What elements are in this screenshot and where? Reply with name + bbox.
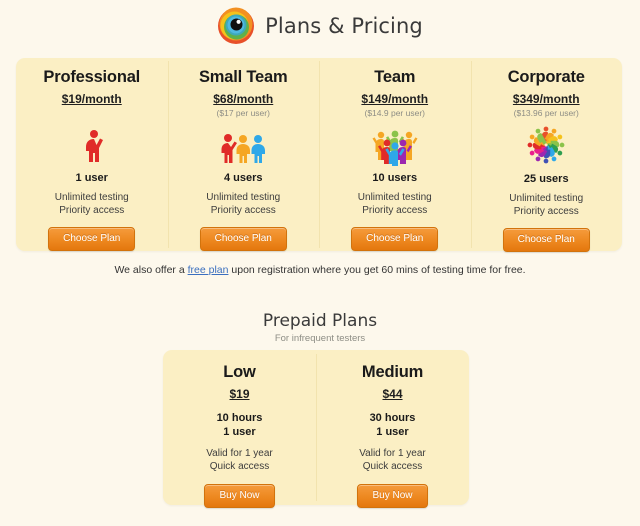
plans-panel: Professional $19/month 1 user Unlimited … xyxy=(16,58,623,252)
plan-per-user-price: ($13.96 per user) xyxy=(513,108,579,118)
plan-feature: Priority access xyxy=(362,205,428,216)
choose-plan-button[interactable]: Choose Plan xyxy=(199,227,287,251)
prepaid-price[interactable]: $19 xyxy=(229,387,249,402)
plan-feature: Unlimited testing xyxy=(357,192,432,203)
plan-price[interactable]: $349/month xyxy=(513,92,580,106)
people-group-icon xyxy=(371,123,419,166)
page-title: Plans & Pricing xyxy=(265,14,423,38)
prepaid-subheading: For infrequent testers xyxy=(274,333,366,344)
plan-name: Corporate xyxy=(507,68,585,86)
three-people-icon xyxy=(216,123,270,166)
plan-features: Unlimited testing Priority access xyxy=(206,191,280,217)
free-plan-note-suffix: upon registration where you get 60 mins … xyxy=(228,264,526,276)
prepaid-card-low[interactable]: Low $19 10 hours 1 user Valid for 1 year… xyxy=(163,350,316,508)
prepaid-feature: Valid for 1 year xyxy=(206,448,273,459)
prepaid-name: Medium xyxy=(361,363,424,381)
plan-features: Unlimited testing Priority access xyxy=(55,191,129,217)
choose-plan-button[interactable]: Choose Plan xyxy=(502,228,590,252)
prepaid-card-medium[interactable]: Medium $44 30 hours 1 user Valid for 1 y… xyxy=(316,350,469,508)
plan-user-count: 4 users xyxy=(223,172,263,184)
plan-user-count: 10 users xyxy=(372,172,418,184)
plan-card-small-team[interactable]: Small Team $68/month ($17 per user) 4 us… xyxy=(167,58,320,251)
eye-logo-icon xyxy=(217,7,255,45)
plan-feature: Priority access xyxy=(210,205,276,216)
buy-now-button[interactable]: Buy Now xyxy=(357,484,428,508)
page-header: Plans & Pricing xyxy=(0,0,640,50)
plan-features: Unlimited testing Priority access xyxy=(509,192,583,218)
plan-card-team[interactable]: Team $149/month ($14.9 per user) 10 user… xyxy=(319,58,471,251)
plan-price[interactable]: $149/month xyxy=(361,92,428,106)
people-circle-icon xyxy=(524,123,568,167)
one-person-icon xyxy=(72,123,112,166)
plan-name: Small Team xyxy=(199,68,288,86)
plan-per-user-price: ($17 per user) xyxy=(216,108,270,118)
prepaid-price[interactable]: $44 xyxy=(382,387,402,402)
prepaid-hours: 10 hours xyxy=(216,412,263,424)
plan-card-professional[interactable]: Professional $19/month 1 user Unlimited … xyxy=(16,58,168,251)
choose-plan-button[interactable]: Choose Plan xyxy=(351,227,439,251)
plan-name: Team xyxy=(374,68,416,86)
free-plan-link[interactable]: free plan xyxy=(188,264,229,276)
prepaid-spec: 10 hours 1 user xyxy=(217,411,263,439)
choose-plan-button[interactable]: Choose Plan xyxy=(48,227,136,251)
plan-feature: Unlimited testing xyxy=(509,193,584,204)
prepaid-hours: 30 hours xyxy=(369,412,416,424)
plan-per-user-price: ($14.9 per user) xyxy=(364,108,425,118)
plan-feature: Unlimited testing xyxy=(54,192,129,203)
plan-features: Unlimited testing Priority access xyxy=(358,191,432,217)
prepaid-feature: Valid for 1 year xyxy=(359,448,426,459)
prepaid-panel: Low $19 10 hours 1 user Valid for 1 year… xyxy=(163,350,469,508)
plan-price[interactable]: $68/month xyxy=(213,92,273,106)
plan-price[interactable]: $19/month xyxy=(62,92,122,106)
free-plan-note: We also offer a free plan upon registrat… xyxy=(0,264,640,276)
prepaid-features: Valid for 1 year Quick access xyxy=(359,447,426,473)
plan-name: Professional xyxy=(43,68,141,86)
prepaid-feature: Quick access xyxy=(209,461,270,472)
plan-feature: Priority access xyxy=(59,205,125,216)
prepaid-users: 1 user xyxy=(376,426,409,438)
plan-user-count: 1 user xyxy=(75,172,108,184)
prepaid-users: 1 user xyxy=(223,426,256,438)
free-plan-note-prefix: We also offer a xyxy=(114,264,188,276)
prepaid-feature: Quick access xyxy=(362,461,423,472)
plan-user-count: 25 users xyxy=(523,173,569,185)
buy-now-button[interactable]: Buy Now xyxy=(204,484,275,508)
prepaid-spec: 30 hours 1 user xyxy=(370,411,416,439)
plan-feature: Priority access xyxy=(513,206,579,217)
prepaid-features: Valid for 1 year Quick access xyxy=(206,447,273,473)
plan-feature: Unlimited testing xyxy=(206,192,281,203)
plan-card-corporate[interactable]: Corporate $349/month ($13.96 per user) 2… xyxy=(470,58,623,252)
prepaid-name: Low xyxy=(223,363,256,381)
prepaid-heading: Prepaid Plans xyxy=(262,311,378,331)
